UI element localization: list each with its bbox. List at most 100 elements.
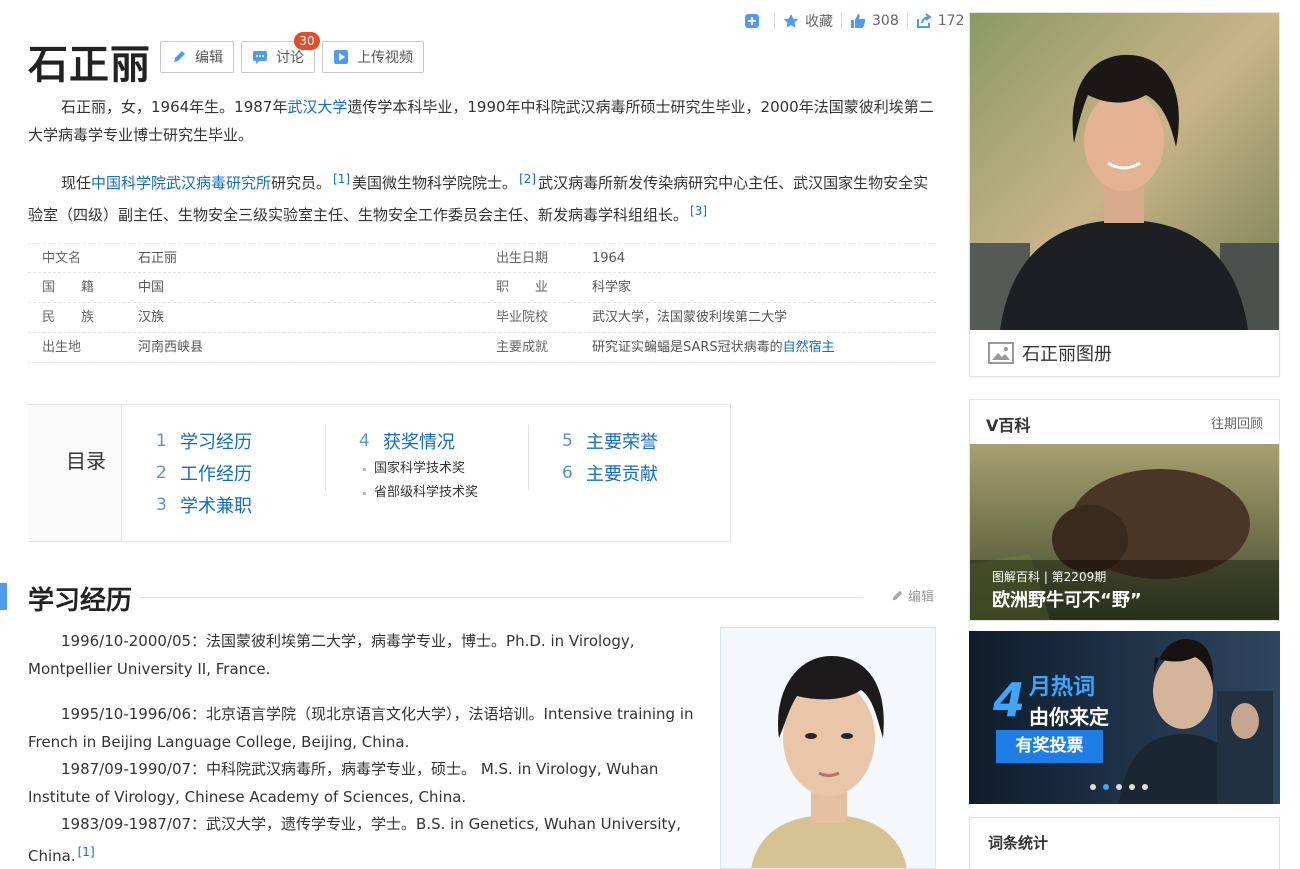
section-accent-bar (0, 583, 7, 610)
like-button[interactable]: 308 (842, 11, 907, 31)
link-wuhan-institute-of-virology[interactable]: 中国科学院武汉病毒研究所 (91, 174, 271, 192)
summary-paragraph: 现任中国科学院武汉病毒研究所研究员。 [1] 美国微生物科学院院士。 [2] 武汉病毒所… (28, 165, 934, 229)
info-row: 民 族 汉族 毕业院校 武汉大学，法国蒙彼利埃第二大学 (28, 303, 936, 333)
info-key: 国 籍 (42, 280, 95, 295)
pencil-icon (174, 51, 185, 62)
star-icon (783, 14, 799, 28)
pencil-icon (892, 590, 903, 600)
carousel-dot[interactable] (1090, 784, 1096, 790)
carousel-dot[interactable] (1116, 784, 1122, 790)
toc-number: 6 (562, 463, 573, 483)
toc-label: 学术兼职 (180, 496, 252, 517)
carousel-dot[interactable] (1142, 784, 1148, 790)
reference-link[interactable]: [3] (690, 204, 707, 218)
info-value: 研究证实蝙蝠是SARS冠状病毒的自然宿主 (592, 333, 835, 362)
toc-number: 2 (156, 463, 167, 483)
album-caption-text: 石正丽图册 (1022, 344, 1112, 365)
page-title: 石正丽 (28, 42, 151, 88)
info-value: 汉族 (138, 310, 165, 325)
link-wuhan-university[interactable]: 武汉大学 (287, 98, 347, 116)
toc-number: 4 (359, 431, 370, 451)
summary-text: 研究员。 (271, 174, 332, 192)
info-key: 职 业 (496, 280, 549, 295)
hotword-banner[interactable]: 4 月热词 由你来定 有奖投票 (969, 631, 1280, 804)
banner-text-group: 月热词 由你来定 (1029, 669, 1109, 730)
toc-title: 目录 (66, 449, 106, 473)
reference-link[interactable]: [1] (78, 845, 95, 859)
info-key: 民 族 (42, 310, 95, 325)
info-row: 国 籍 中国 职 业 科学家 (28, 273, 936, 303)
vbaike-card: V百科 往期回顾 图解百科 | 第2209期 欧洲野牛可不“野” (969, 399, 1280, 621)
toc-label: 学习经历 (180, 432, 252, 453)
toc-number: 3 (156, 495, 167, 515)
toc-number: 5 (562, 431, 573, 451)
upload-video-button[interactable]: 上传视频 (322, 41, 424, 73)
vbaike-issue-tag: 图解百科 | 第2209期 (992, 570, 1107, 584)
info-row: 中文名 石正丽 出生日期 1964 (28, 243, 936, 273)
toc-item[interactable]: 1 学习经历 (156, 425, 252, 457)
summary-text: 石正丽，女，1964年生。1987年 (61, 98, 288, 116)
vbaike-title: V百科 (986, 416, 1031, 435)
add-button[interactable] (736, 11, 774, 31)
stats-title: 词条统计 (988, 834, 1049, 852)
toc-label: 获奖情况 (383, 432, 455, 453)
toc-item[interactable]: 4 获奖情况 (359, 425, 478, 457)
toc-item[interactable]: 5 主要荣誉 (562, 425, 658, 457)
gallery-icon (988, 342, 1014, 364)
carousel-dot[interactable] (1129, 784, 1135, 790)
carousel-dot-active[interactable] (1103, 784, 1109, 790)
edit-button[interactable]: 编辑 (160, 41, 234, 73)
toc-label: 工作经历 (180, 464, 252, 485)
share-button[interactable]: 172 (908, 11, 973, 31)
vote-button-label: 有奖投票 (1015, 736, 1084, 756)
toc-subitem[interactable]: 省部级科学技术奖 (359, 481, 478, 505)
education-entry: 1995/10-1996/06：北京语言学院（现北京语言文化大学），法语培训。I… (28, 700, 718, 756)
banner-line1: 月热词 (1029, 675, 1096, 700)
toc-column: 4 获奖情况 国家科学技术奖 省部级科学技术奖 (359, 425, 478, 505)
toc-item[interactable]: 3 学术兼职 (156, 489, 252, 521)
vbaike-feature-image[interactable]: 图解百科 | 第2209期 欧洲野牛可不“野” (970, 444, 1279, 620)
chat-icon (253, 51, 267, 64)
section-divider (140, 597, 863, 598)
plus-square-icon (745, 14, 759, 28)
discuss-count-badge: 30 (294, 32, 320, 50)
carousel-dots (1090, 784, 1148, 790)
toc-column: 1 学习经历 2 工作经历 3 学术兼职 (156, 425, 252, 521)
toc-divider (528, 425, 529, 491)
vote-button[interactable]: 有奖投票 (996, 730, 1103, 763)
share-icon (916, 13, 932, 28)
summary-text: 现任 (61, 174, 92, 192)
education-entry: 1996/10-2000/05：法国蒙彼利埃第二大学，病毒学专业，博士。Ph.D… (28, 627, 718, 683)
toc-label: 主要荣誉 (586, 432, 658, 453)
link-natural-host[interactable]: 自然宿主 (783, 340, 835, 355)
toc-column: 5 主要荣誉 6 主要贡献 (562, 425, 658, 489)
info-value: 河南西峡县 (138, 340, 204, 355)
info-value: 石正丽 (138, 251, 178, 266)
reference-link[interactable]: [2] (519, 172, 536, 186)
info-row: 出生地 河南西峡县 主要成就 研究证实蝙蝠是SARS冠状病毒的自然宿主 (28, 333, 936, 363)
portrait-photo[interactable] (720, 627, 936, 869)
table-of-contents: 目录 1 学习经历 2 工作经历 3 学术兼职 4 获奖情况 国家科学技术奖 省部级科学… (28, 404, 731, 542)
banner-number: 4 (993, 672, 1026, 727)
like-count: 308 (872, 13, 899, 29)
info-key: 出生地 (42, 340, 82, 355)
vbaike-history-link[interactable]: 往期回顾 (1211, 413, 1263, 432)
edit-label: 编辑 (195, 50, 223, 66)
collect-button[interactable]: 收藏 (775, 11, 841, 31)
toc-subitem[interactable]: 国家科学技术奖 (359, 457, 478, 481)
thumbs-up-icon (851, 14, 866, 28)
toc-item[interactable]: 2 工作经历 (156, 457, 252, 489)
toc-number: 1 (156, 431, 167, 451)
section-edit-label: 编辑 (908, 590, 935, 605)
share-count: 172 (937, 13, 965, 29)
album-card[interactable]: 石正丽图册 (969, 12, 1280, 377)
vbaike-caption: 欧洲野牛可不“野” (992, 590, 1142, 611)
section-edit-button[interactable]: 编辑 (890, 586, 934, 605)
toc-divider (325, 425, 326, 491)
portrait-illustration (721, 628, 935, 868)
education-entry: 1987/09-1990/07：中科院武汉病毒所，病毒学专业，硕士。 M.S. … (28, 755, 718, 811)
banner-heading: 4 月热词 由你来定 (993, 669, 1109, 730)
reference-link[interactable]: [1] (333, 172, 350, 186)
toc-item[interactable]: 6 主要贡献 (562, 457, 658, 489)
education-date: 1995/10-1996/06： (61, 705, 207, 723)
